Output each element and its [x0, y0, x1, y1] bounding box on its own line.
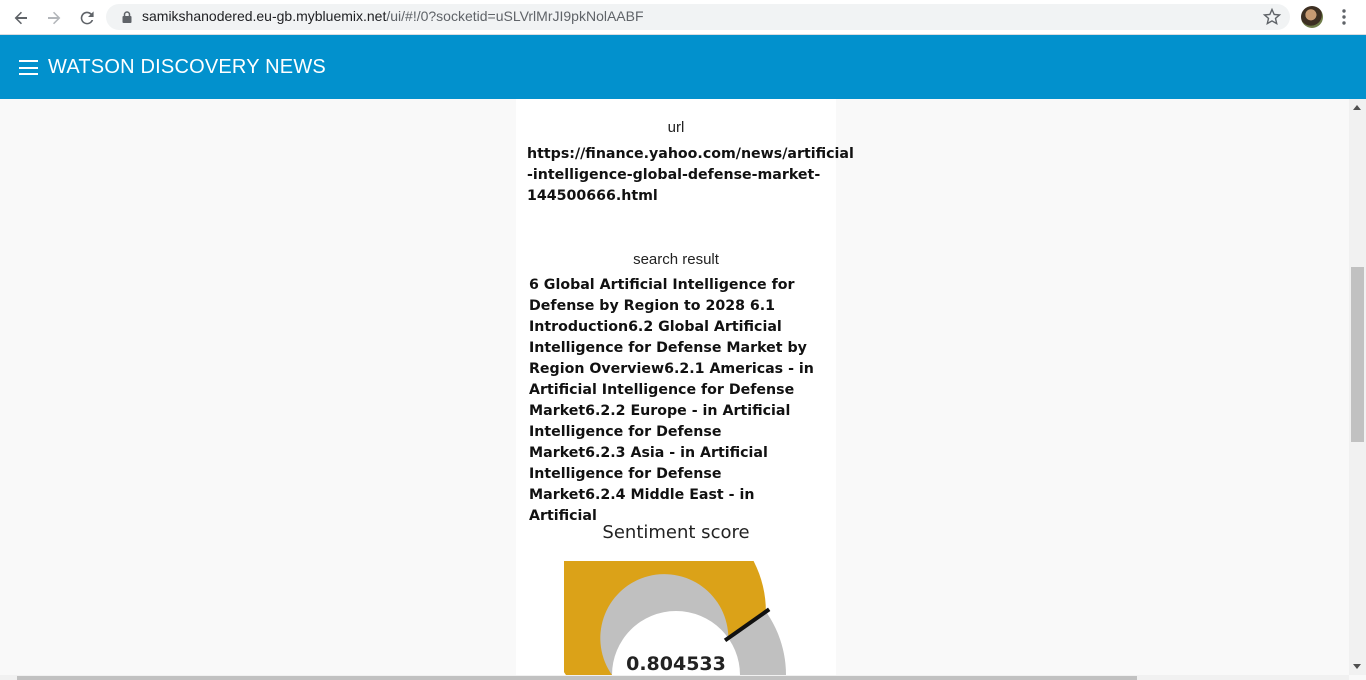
lock-icon	[122, 11, 132, 23]
menu-kebab-icon[interactable]	[1336, 7, 1352, 27]
sentiment-score-value: 0.804533	[626, 653, 726, 675]
back-arrow-icon[interactable]	[8, 5, 34, 31]
result-card: url https://finance.yahoo.com/news/artif…	[516, 99, 854, 675]
url-host: samikshanodered.eu-gb.mybluemix.net	[142, 8, 387, 24]
reload-icon[interactable]	[74, 5, 100, 31]
url-value: https://finance.yahoo.com/news/artificia…	[527, 146, 854, 204]
url-label: url	[667, 119, 685, 136]
address-bar[interactable]: samikshanodered.eu-gb.mybluemix.net/ui/#…	[106, 4, 1290, 30]
search-result-label: search result	[633, 251, 719, 268]
scroll-down-arrow-icon[interactable]	[1353, 664, 1361, 669]
app-title: WATSON DISCOVERY NEWS	[48, 56, 326, 78]
url-path: /ui/#!/0?socketid=uSLVrlMrJI9pkNolAABF	[386, 8, 644, 24]
hamburger-menu-icon[interactable]	[19, 60, 38, 75]
url-text: samikshanodered.eu-gb.mybluemix.net/ui/#…	[142, 8, 644, 24]
vertical-scrollbar[interactable]	[1349, 99, 1366, 675]
horizontal-scrollbar[interactable]	[0, 675, 1349, 680]
scroll-up-arrow-icon[interactable]	[1353, 105, 1361, 110]
bookmark-star-icon[interactable]	[1262, 7, 1282, 27]
app-header: WATSON DISCOVERY NEWS	[0, 35, 1366, 99]
vertical-scroll-thumb[interactable]	[1351, 267, 1364, 442]
forward-arrow-icon[interactable]	[41, 5, 67, 31]
profile-avatar[interactable]	[1301, 6, 1323, 28]
sentiment-title: Sentiment score	[602, 522, 750, 543]
horizontal-scroll-thumb[interactable]	[17, 676, 1137, 680]
search-result-text: 6 Global Artificial Intelligence for Def…	[529, 277, 814, 524]
browser-toolbar: samikshanodered.eu-gb.mybluemix.net/ui/#…	[0, 0, 1366, 35]
